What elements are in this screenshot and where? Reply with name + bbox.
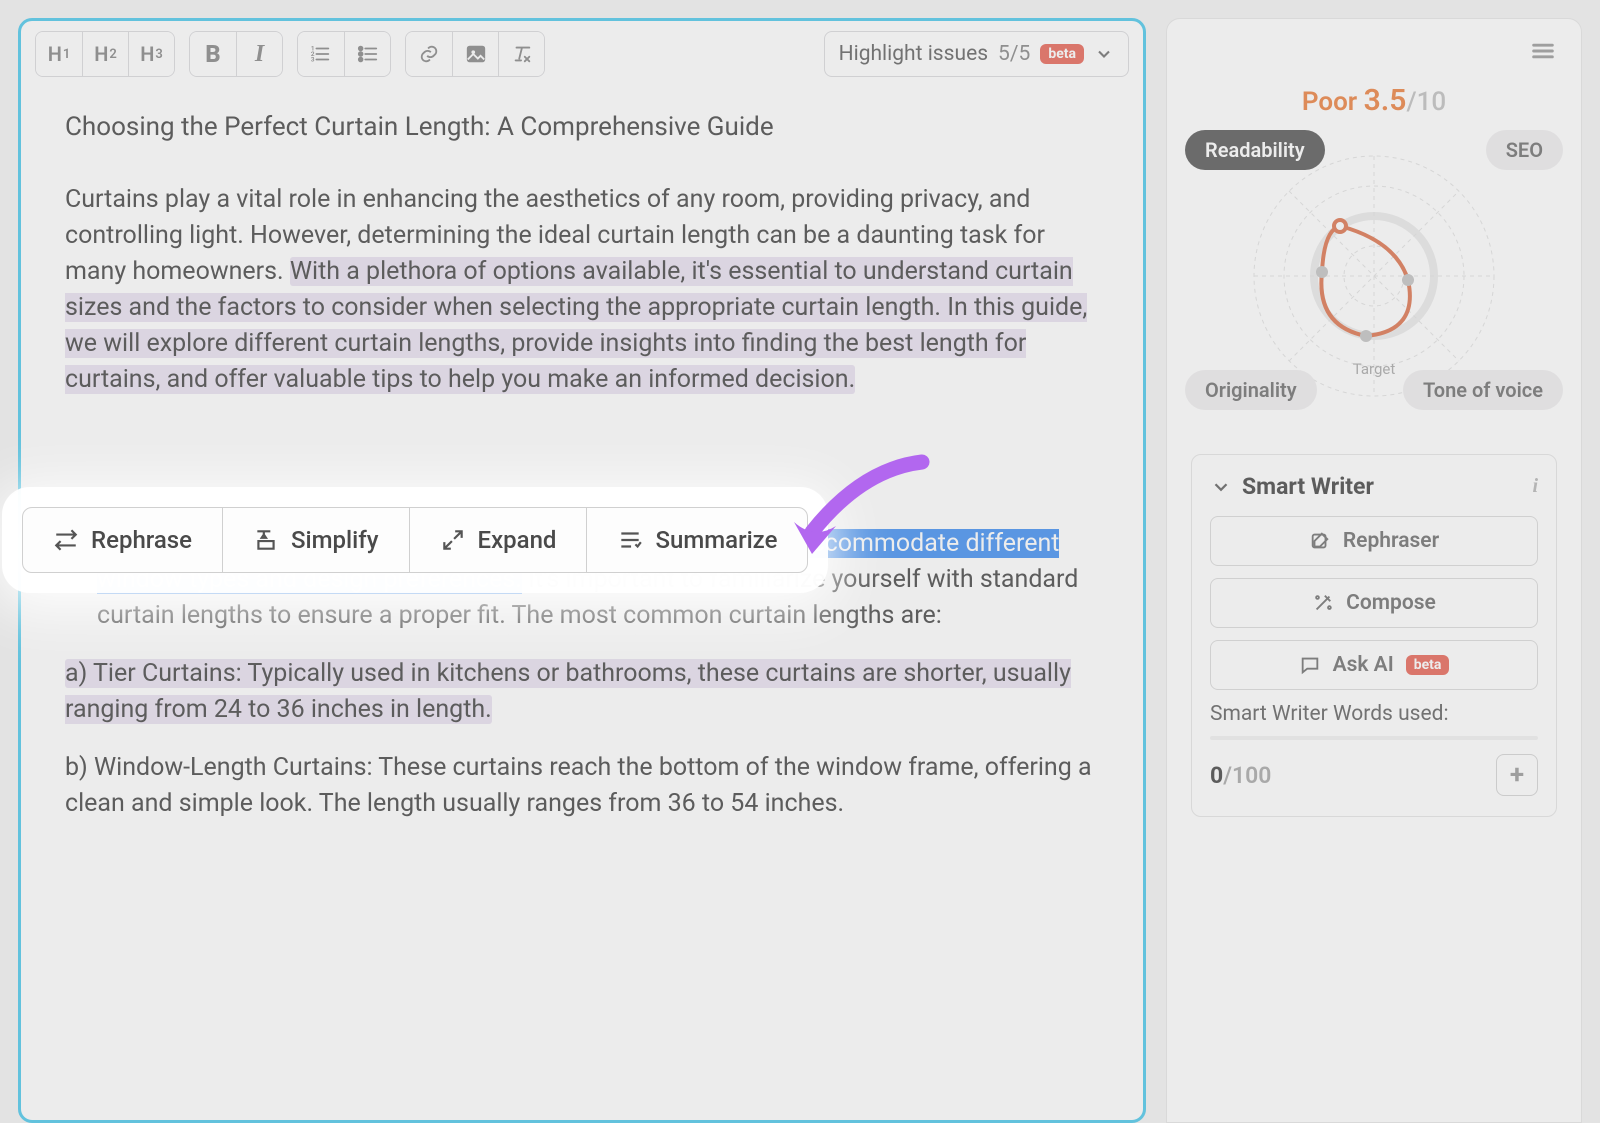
paragraph-a: a) Tier Curtains: Typically used in kitc… xyxy=(65,656,1099,728)
paragraph-intro: Curtains play a vital role in enhancing … xyxy=(65,182,1099,398)
highlight-issues-dropdown[interactable]: Highlight issues 5/5 beta xyxy=(824,31,1129,77)
menu-button[interactable] xyxy=(1191,37,1557,65)
editor-toolbar: H1 H2 H3 B I 123 Highlight issues 5/5 xyxy=(21,21,1143,79)
edit-icon xyxy=(1309,530,1331,552)
doc-title: Choosing the Perfect Curtain Length: A C… xyxy=(65,109,1099,146)
highlight-label: Highlight issues xyxy=(839,42,988,66)
expand-button[interactable]: Expand xyxy=(409,508,587,572)
chat-icon xyxy=(1299,654,1321,676)
simplify-button[interactable]: Simplify xyxy=(222,508,409,572)
smart-writer-title: Smart Writer xyxy=(1242,473,1374,500)
unordered-list-button[interactable] xyxy=(344,32,390,76)
h1-button[interactable]: H1 xyxy=(36,32,82,76)
info-icon[interactable]: i xyxy=(1532,475,1538,498)
chip-originality[interactable]: Originality xyxy=(1185,370,1317,410)
beta-badge: beta xyxy=(1040,44,1084,64)
link-button[interactable] xyxy=(406,32,452,76)
summarize-button[interactable]: Summarize xyxy=(586,508,807,572)
chevron-down-icon xyxy=(1094,44,1114,64)
radar-chart: Readability SEO Originality Tone of voic… xyxy=(1191,136,1557,430)
image-button[interactable] xyxy=(452,32,498,76)
magic-icon xyxy=(1312,592,1334,614)
bold-button[interactable]: B xyxy=(190,32,236,76)
chip-readability[interactable]: Readability xyxy=(1185,130,1325,170)
words-used-bar xyxy=(1210,736,1538,740)
sidebar-panel: Poor 3.5/10 xyxy=(1166,18,1582,1123)
words-used-value: 0 xyxy=(1210,762,1223,789)
add-words-button[interactable]: + xyxy=(1496,754,1538,796)
chip-tone[interactable]: Tone of voice xyxy=(1403,370,1563,410)
rephraser-button[interactable]: Rephraser xyxy=(1210,516,1538,566)
ai-actions-popup: Rephrase Simplify Expand Summarize xyxy=(22,507,808,573)
rephrase-button[interactable]: Rephrase xyxy=(23,508,222,572)
words-used-label: Smart Writer Words used: xyxy=(1210,702,1538,726)
editor-content[interactable]: Choosing the Perfect Curtain Length: A C… xyxy=(21,79,1143,844)
simplify-icon xyxy=(253,527,279,553)
clear-format-button[interactable] xyxy=(498,32,544,76)
beta-badge: beta xyxy=(1406,655,1450,675)
summarize-icon xyxy=(617,527,643,553)
ask-ai-button[interactable]: Ask AI beta xyxy=(1210,640,1538,690)
words-max: /100 xyxy=(1223,762,1271,789)
italic-button[interactable]: I xyxy=(236,32,282,76)
paragraph-b: b) Window-Length Curtains: These curtain… xyxy=(65,750,1099,822)
h3-button[interactable]: H3 xyxy=(128,32,174,76)
score-display: Poor 3.5/10 xyxy=(1191,83,1557,118)
h2-button[interactable]: H2 xyxy=(82,32,128,76)
svg-text:3: 3 xyxy=(311,55,315,63)
ordered-list-button[interactable]: 123 xyxy=(298,32,344,76)
smart-writer-card: Smart Writer i Rephraser Compose Ask AI … xyxy=(1191,454,1557,817)
chip-seo[interactable]: SEO xyxy=(1486,130,1563,170)
annotation-arrow xyxy=(782,454,932,568)
highlight-count: 5/5 xyxy=(998,42,1030,66)
expand-icon xyxy=(440,527,466,553)
target-label: Target xyxy=(1353,360,1396,378)
chevron-down-icon[interactable] xyxy=(1210,476,1232,498)
compose-button[interactable]: Compose xyxy=(1210,578,1538,628)
rephrase-icon xyxy=(53,527,79,553)
